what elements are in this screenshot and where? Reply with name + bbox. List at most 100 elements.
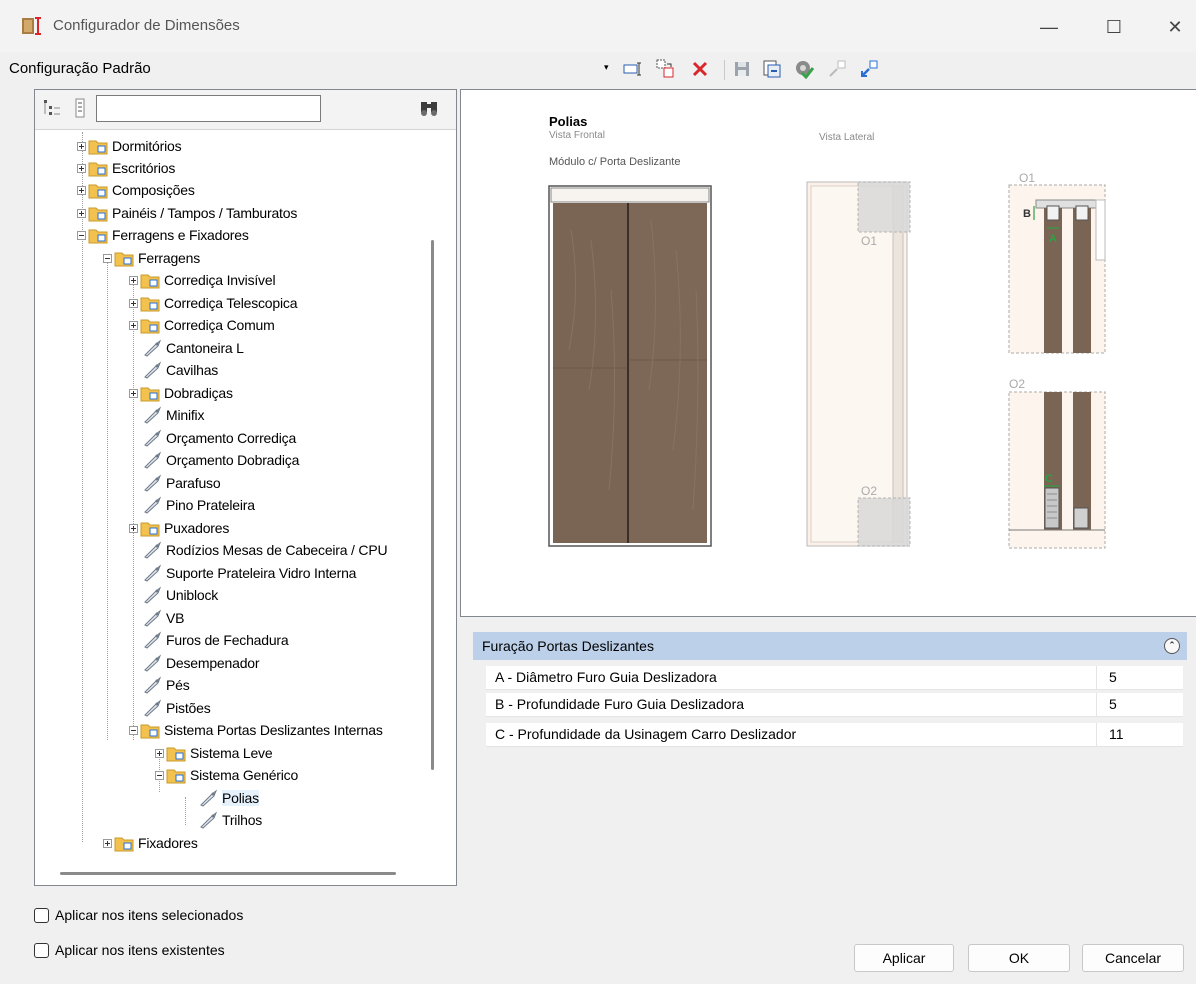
folder-icon — [88, 140, 108, 154]
property-row-c: C - Profundidade da Usinagem Carro Desli… — [486, 723, 1183, 747]
hardware-part-icon — [144, 564, 162, 582]
folder-icon — [140, 274, 160, 288]
collapse-icon[interactable]: ⌃ — [1164, 638, 1180, 654]
tree-item-cantoneira-l[interactable]: Cantoneira L — [142, 337, 244, 359]
tree-item-corredica-telescopica[interactable]: Corrediça Telescopica — [129, 292, 297, 314]
validate-config-icon[interactable] — [793, 58, 815, 80]
tree-item-desempenador[interactable]: Desempenador — [142, 652, 260, 674]
tree-item-escritorios[interactable]: Escritórios — [77, 157, 175, 179]
category-tree-panel: Dormitórios Escritórios Composições Pain… — [34, 89, 457, 886]
folder-icon — [88, 184, 108, 198]
tree-search-input[interactable] — [96, 95, 321, 122]
apply-existing-checkbox[interactable]: Aplicar nos itens existentes — [34, 942, 225, 958]
hardware-part-icon — [144, 586, 162, 604]
tree-item-orcamento-dobradica[interactable]: Orçamento Dobradiça — [142, 449, 299, 471]
folder-open-icon — [166, 769, 186, 783]
hardware-part-icon — [144, 361, 162, 379]
properties-group-header[interactable]: Furação Portas Deslizantes ⌃ — [473, 632, 1187, 660]
ok-button[interactable]: OK — [968, 944, 1070, 972]
title-bar: Configurador de Dimensões — ☐ ✕ — [0, 0, 1196, 52]
detail-o1-label: O1 — [1019, 171, 1035, 185]
folder-icon — [140, 522, 160, 536]
apply-selected-checkbox[interactable]: Aplicar nos itens selecionados — [34, 907, 243, 923]
tree-item-sistema-generico[interactable]: Sistema Genérico — [155, 764, 298, 786]
detail-o2-label: O2 — [1009, 377, 1025, 391]
apply-button[interactable]: Aplicar — [854, 944, 954, 972]
hardware-part-icon — [200, 789, 218, 807]
tree-item-sistema-leve[interactable]: Sistema Leve — [155, 742, 273, 764]
toolbar-separator — [724, 60, 725, 80]
property-value-field[interactable]: 5 — [1096, 666, 1183, 690]
rename-config-icon[interactable] — [622, 58, 644, 80]
collapse-tree-icon[interactable] — [71, 98, 89, 118]
close-window-button[interactable]: ✕ — [1158, 10, 1192, 44]
tree-item-paineis[interactable]: Painéis / Tampos / Tamburatos — [77, 202, 297, 224]
tree-item-dobradicas[interactable]: Dobradiças — [129, 382, 233, 404]
app-dimension-icon — [22, 17, 41, 35]
folder-icon — [140, 319, 160, 333]
tree-item-pino-prateleira[interactable]: Pino Prateleira — [142, 494, 255, 516]
hardware-part-icon — [144, 339, 162, 357]
import-config-icon[interactable] — [858, 58, 880, 80]
tree-item-corredica-invisivel[interactable]: Corrediça Invisível — [129, 269, 276, 291]
property-name: B - Profundidade Furo Guia Deslizadora — [495, 696, 745, 712]
maximize-button[interactable]: ☐ — [1097, 10, 1131, 44]
configuration-selector[interactable]: Configuração Padrão — [9, 60, 151, 77]
properties-group-title: Furação Portas Deslizantes — [482, 638, 654, 654]
apply-existing-label: Aplicar nos itens existentes — [55, 942, 225, 958]
import-disabled-icon[interactable] — [826, 58, 848, 80]
tree-item-ferragens-fixadores[interactable]: Ferragens e Fixadores — [77, 224, 249, 246]
tree-item-orcamento-corredica[interactable]: Orçamento Corrediça — [142, 427, 296, 449]
folder-icon — [140, 387, 160, 401]
dimension-b-label: B — [1023, 208, 1031, 220]
tree-item-corredica-comum[interactable]: Corrediça Comum — [129, 314, 275, 336]
tree-connector — [185, 797, 186, 825]
expand-tree-icon[interactable] — [43, 98, 61, 118]
tree-item-sistema-portas-deslizantes[interactable]: Sistema Portas Deslizantes Internas — [129, 719, 383, 741]
save-icon[interactable] — [731, 58, 753, 80]
tree-item-parafuso[interactable]: Parafuso — [142, 472, 221, 494]
export-config-icon[interactable] — [761, 58, 783, 80]
hardware-part-icon — [144, 451, 162, 469]
tree-item-polias[interactable]: Polias — [198, 787, 259, 809]
tree-vertical-scrollbar[interactable] — [431, 240, 434, 770]
tree-item-puxadores[interactable]: Puxadores — [129, 517, 229, 539]
tree-horizontal-scrollbar[interactable] — [60, 872, 396, 875]
tree-item-dormitorios[interactable]: Dormitórios — [77, 135, 182, 157]
folder-open-icon — [114, 252, 134, 266]
folder-open-icon — [88, 229, 108, 243]
folder-icon — [140, 297, 160, 311]
configuration-dropdown-arrow[interactable]: ▾ — [604, 62, 609, 73]
tree-item-vb[interactable]: VB — [142, 607, 184, 629]
tree-item-pistoes[interactable]: Pistões — [142, 697, 211, 719]
property-row-a: A - Diâmetro Furo Guia Deslizadora 5 — [486, 666, 1183, 690]
property-value-field[interactable]: 11 — [1096, 723, 1183, 747]
hardware-part-icon — [144, 429, 162, 447]
checkbox-box[interactable] — [34, 942, 49, 958]
hardware-part-icon — [144, 496, 162, 514]
delete-config-icon[interactable] — [689, 58, 711, 80]
tree-item-uniblock[interactable]: Uniblock — [142, 584, 218, 606]
cancel-button[interactable]: Cancelar — [1082, 944, 1184, 972]
hardware-part-icon — [144, 406, 162, 424]
tree-item-suporte-prateleira[interactable]: Suporte Prateleira Vidro Interna — [142, 562, 356, 584]
tree-item-ferragens[interactable]: Ferragens — [103, 247, 200, 269]
property-value-field[interactable]: 5 — [1096, 693, 1183, 717]
folder-icon — [88, 162, 108, 176]
binoculars-icon[interactable] — [419, 98, 439, 118]
tree-item-composicoes[interactable]: Composições — [77, 179, 195, 201]
tree-item-minifix[interactable]: Minifix — [142, 404, 204, 426]
copy-config-icon[interactable] — [655, 58, 677, 80]
checkbox-box[interactable] — [34, 907, 49, 923]
tree-toolbar — [35, 90, 456, 130]
dimension-c-label: C — [1045, 473, 1053, 485]
tree-item-furos-fechadura[interactable]: Furos de Fechadura — [142, 629, 289, 651]
tree-item-rodizios[interactable]: Rodízios Mesas de Cabeceira / CPU — [142, 539, 388, 561]
hardware-part-icon — [144, 699, 162, 717]
tree-item-fixadores[interactable]: Fixadores — [103, 832, 198, 854]
tree-item-cavilhas[interactable]: Cavilhas — [142, 359, 218, 381]
tree-item-trilhos[interactable]: Trilhos — [198, 809, 262, 831]
minimize-button[interactable]: — — [1032, 10, 1066, 44]
tree-item-pes[interactable]: Pés — [142, 674, 190, 696]
hardware-part-icon — [144, 654, 162, 672]
